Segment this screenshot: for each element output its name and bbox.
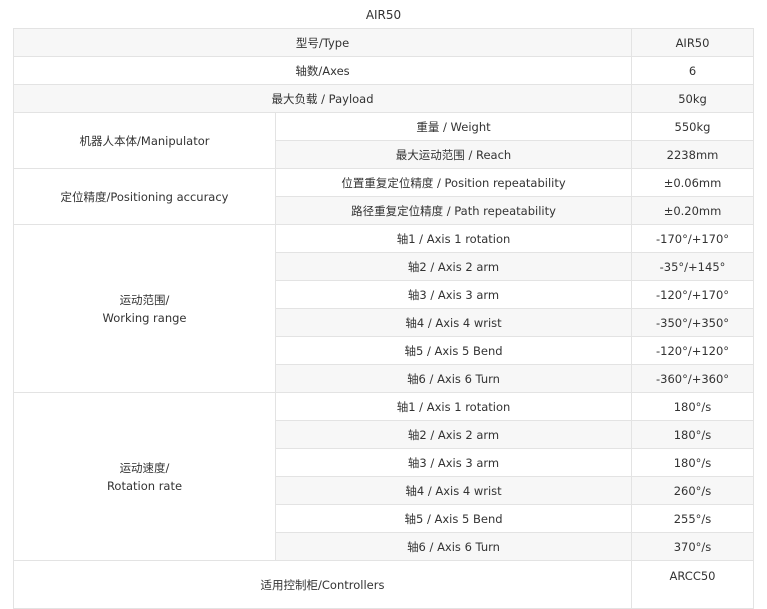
rotation-rate-item-label: 轴3 / Axis 3 arm [274, 448, 633, 477]
rotation-rate-item-label: 轴6 / Axis 6 Turn [274, 532, 633, 561]
table-row: 最大负载 / Payload 50kg [12, 84, 755, 113]
working-range-item-value: -350°/+350° [631, 308, 755, 337]
position-repeatability-label: 位置重复定位精度 / Position repeatability [274, 168, 633, 197]
axes-label: 轴数/Axes [12, 56, 633, 85]
payload-value: 50kg [631, 84, 755, 113]
accuracy-group-label: 定位精度/Positioning accuracy [13, 168, 276, 225]
working-range-group-line2: Working range [102, 310, 187, 325]
rotation-rate-item-label: 轴2 / Axis 2 arm [274, 420, 633, 449]
table-row: 机器人本体/Manipulator 重量 / Weight 550kg [13, 112, 755, 169]
working-range-item-label: 轴6 / Axis 6 Turn [274, 364, 633, 393]
working-range-item-label: 轴2 / Axis 2 arm [274, 252, 633, 281]
type-value: AIR50 [631, 28, 755, 57]
table-row: 定位精度/Positioning accuracy 位置重复定位精度 / Pos… [13, 168, 755, 225]
reach-label: 最大运动范围 / Reach [274, 140, 633, 169]
type-label: 型号/Type [12, 28, 633, 57]
rotation-rate-item-value: 255°/s [631, 504, 755, 533]
working-range-item-label: 轴5 / Axis 5 Bend [274, 336, 633, 365]
rotation-rate-item-value: 180°/s [631, 448, 755, 477]
rotation-rate-item-label: 轴5 / Axis 5 Bend [274, 504, 633, 533]
working-range-item-label: 轴1 / Axis 1 rotation [274, 224, 633, 253]
rotation-rate-item-label: 轴4 / Axis 4 wrist [274, 476, 633, 505]
rotation-rate-item-value: 260°/s [631, 476, 755, 505]
working-range-group-label: 运动范围/ Working range [13, 224, 276, 393]
axes-value: 6 [631, 56, 755, 85]
rotation-rate-item-value: 180°/s [631, 420, 755, 449]
table-row: 型号/Type AIR50 [12, 28, 755, 57]
spec-table: 型号/Type AIR50 轴数/Axes 6 最大负载 / Payload 5… [12, 28, 755, 609]
reach-value: 2238mm [631, 140, 755, 169]
table-row: 适用控制柜/Controllers ARCC50 [12, 560, 755, 609]
payload-label: 最大负载 / Payload [12, 84, 633, 113]
working-range-item-value: -360°/+360° [631, 364, 755, 393]
rotation-rate-group-line2: Rotation rate [106, 478, 183, 493]
working-range-item-label: 轴3 / Axis 3 arm [274, 280, 633, 309]
table-row: 运动范围/ Working range 轴1 / Axis 1 rotation… [13, 224, 755, 393]
working-range-item-label: 轴4 / Axis 4 wrist [274, 308, 633, 337]
spec-sheet: AIR50 型号/Type AIR50 轴数/Axes 6 最大负载 / Pay… [0, 0, 767, 609]
controllers-label: 适用控制柜/Controllers [12, 560, 633, 609]
manipulator-group-label: 机器人本体/Manipulator [13, 112, 276, 169]
rotation-rate-item-label: 轴1 / Axis 1 rotation [274, 392, 633, 421]
controllers-value: ARCC50 [631, 560, 755, 609]
weight-value: 550kg [631, 112, 755, 141]
working-range-item-value: -170°/+170° [631, 224, 755, 253]
working-range-group-line1: 运动范围/ [119, 292, 170, 307]
rotation-rate-group-label: 运动速度/ Rotation rate [13, 392, 276, 561]
weight-label: 重量 / Weight [274, 112, 633, 141]
path-repeatability-value: ±0.20mm [631, 196, 755, 225]
table-row: 运动速度/ Rotation rate 轴1 / Axis 1 rotation… [13, 392, 755, 561]
working-range-item-value: -120°/+170° [631, 280, 755, 309]
path-repeatability-label: 路径重复定位精度 / Path repeatability [274, 196, 633, 225]
working-range-item-value: -120°/+120° [631, 336, 755, 365]
rotation-rate-group-line1: 运动速度/ [119, 460, 170, 475]
page-title: AIR50 [365, 8, 402, 22]
working-range-item-value: -35°/+145° [631, 252, 755, 281]
position-repeatability-value: ±0.06mm [631, 168, 755, 197]
rotation-rate-item-value: 370°/s [631, 532, 755, 561]
rotation-rate-item-value: 180°/s [631, 392, 755, 421]
table-row: 轴数/Axes 6 [12, 56, 755, 85]
